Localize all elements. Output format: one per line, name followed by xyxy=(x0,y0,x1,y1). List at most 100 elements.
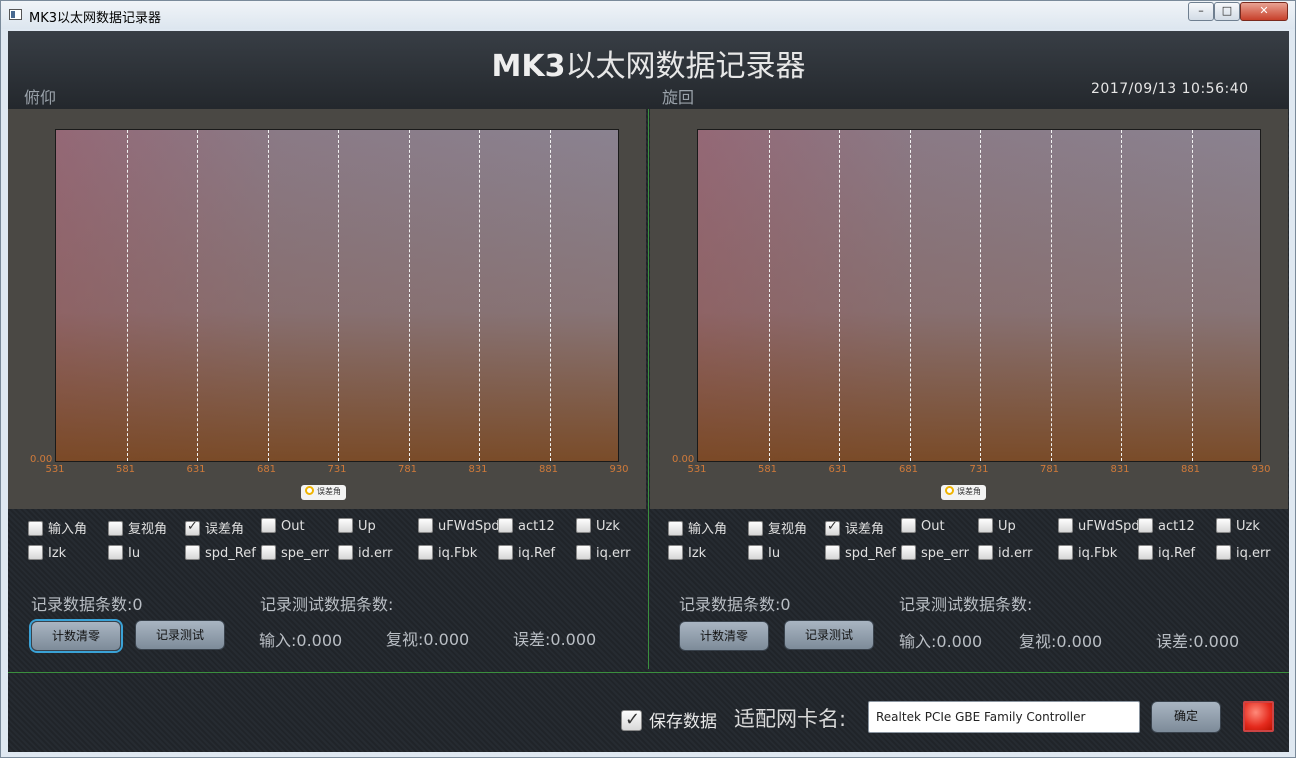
checkbox-box[interactable] xyxy=(748,545,763,560)
channel-checkbox[interactable]: Uzk xyxy=(576,518,620,536)
checkbox-box[interactable] xyxy=(498,545,513,560)
pitch-plot-area[interactable] xyxy=(55,129,619,462)
pitch-reset-count-button[interactable]: 计数清零 xyxy=(31,621,121,651)
checkbox-box[interactable] xyxy=(1058,545,1073,560)
channel-checkbox[interactable]: act12 xyxy=(1138,518,1195,536)
confirm-button[interactable]: 确定 xyxy=(1151,701,1221,733)
checkbox-box[interactable] xyxy=(901,518,916,533)
pitch-chart[interactable]: 0.00 误差角 531 581 631 681 731 781 831 881 930 xyxy=(8,109,646,509)
close-button[interactable]: ✕ xyxy=(1240,2,1288,21)
channel-checkbox[interactable]: uFWdSpd xyxy=(1058,518,1140,536)
checkbox-box[interactable] xyxy=(668,545,683,560)
yaw-legend[interactable]: 误差角 xyxy=(941,485,986,500)
channel-checkbox[interactable]: 输入角 xyxy=(668,518,728,537)
channel-checkbox[interactable]: id.err xyxy=(338,545,392,563)
channel-checkbox[interactable]: 复视角 xyxy=(108,518,167,537)
yaw-reset-count-button[interactable]: 计数清零 xyxy=(679,621,769,651)
gridline xyxy=(909,130,911,461)
checkbox-label: iq.Ref xyxy=(518,546,556,561)
checkbox-label: spe_err xyxy=(281,546,329,561)
checkbox-box[interactable] xyxy=(338,545,353,560)
checkbox-box[interactable] xyxy=(668,521,683,536)
checkbox-box[interactable] xyxy=(338,518,353,533)
maximize-button[interactable]: □ xyxy=(1214,2,1240,21)
channel-checkbox[interactable]: 误差角 xyxy=(185,518,244,537)
channel-checkbox[interactable]: 复视角 xyxy=(748,518,807,537)
checkbox-box[interactable] xyxy=(825,545,840,560)
pitch-record-test-button[interactable]: 记录测试 xyxy=(135,620,225,650)
checkbox-label: spe_err xyxy=(921,546,969,561)
checkbox-box[interactable] xyxy=(185,545,200,560)
channel-checkbox[interactable]: 误差角 xyxy=(825,518,884,537)
app-icon xyxy=(9,9,22,20)
yaw-record-test-button[interactable]: 记录测试 xyxy=(784,620,874,650)
save-data-checkbox-box[interactable] xyxy=(621,709,642,731)
channel-checkbox[interactable]: Uzk xyxy=(1216,518,1260,536)
checkbox-box[interactable] xyxy=(978,545,993,560)
channel-checkbox[interactable]: Up xyxy=(978,518,1016,536)
checkbox-box[interactable] xyxy=(1138,545,1153,560)
channel-checkbox[interactable]: Izk xyxy=(668,545,706,563)
channel-checkbox[interactable]: iq.err xyxy=(576,545,630,563)
yaw-error-value: 误差:0.000 xyxy=(1156,632,1240,651)
checkbox-box[interactable] xyxy=(576,518,591,533)
checkbox-box[interactable] xyxy=(185,519,200,536)
checkbox-box[interactable] xyxy=(418,518,433,533)
channel-checkbox[interactable]: Iu xyxy=(108,545,140,563)
channel-checkbox[interactable]: spd_Ref xyxy=(185,545,256,563)
checkbox-box[interactable] xyxy=(1216,518,1231,533)
channel-checkbox[interactable]: act12 xyxy=(498,518,555,536)
checkbox-label: iq.Ref xyxy=(1158,546,1196,561)
checkbox-label: id.err xyxy=(998,546,1033,561)
checkbox-box[interactable] xyxy=(901,545,916,560)
channel-checkbox[interactable]: spd_Ref xyxy=(825,545,896,563)
channel-checkbox[interactable]: iq.err xyxy=(1216,545,1270,563)
checkbox-box[interactable] xyxy=(108,521,123,536)
channel-checkbox[interactable]: 输入角 xyxy=(28,518,87,537)
checkbox-box[interactable] xyxy=(261,518,276,533)
pitch-input-value: 输入:0.000 xyxy=(259,631,343,650)
channel-checkbox[interactable]: id.err xyxy=(978,545,1032,563)
save-data-checkbox[interactable]: 保存数据 xyxy=(621,707,717,732)
channel-checkbox[interactable]: Out xyxy=(261,518,305,536)
pitch-legend[interactable]: 误差角 xyxy=(301,485,346,500)
checkbox-label: spd_Ref xyxy=(205,546,256,561)
checkbox-box[interactable] xyxy=(108,545,123,560)
checkbox-box[interactable] xyxy=(28,521,43,536)
yaw-plot-area[interactable] xyxy=(697,129,1261,462)
minimize-button[interactable]: – xyxy=(1188,2,1214,21)
yaw-chart[interactable]: 0.00 误差角 531 581 631 681 731 781 831 881 930 xyxy=(650,109,1288,509)
checkbox-box[interactable] xyxy=(261,545,276,560)
checkbox-label: Out xyxy=(281,519,305,534)
checkbox-box[interactable] xyxy=(498,518,513,533)
checkbox-box[interactable] xyxy=(1058,518,1073,533)
nic-name-input[interactable]: Realtek PCIe GBE Family Controller xyxy=(868,701,1140,733)
channel-checkbox[interactable]: Iu xyxy=(748,545,780,563)
x-tick-label: 881 xyxy=(1180,464,1201,475)
window-title: MK3以太网数据记录器 xyxy=(29,11,162,26)
channel-checkbox[interactable]: iq.Ref xyxy=(1138,545,1195,563)
checkbox-box[interactable] xyxy=(748,521,763,536)
legend-marker-icon xyxy=(305,486,314,495)
channel-checkbox[interactable]: spe_err xyxy=(901,545,969,563)
channel-checkbox[interactable]: iq.Fbk xyxy=(418,545,477,563)
checkbox-box[interactable] xyxy=(825,519,840,536)
checkbox-box[interactable] xyxy=(1138,518,1153,533)
channel-checkbox[interactable]: iq.Fbk xyxy=(1058,545,1117,563)
checkbox-box[interactable] xyxy=(418,545,433,560)
channel-checkbox[interactable]: Up xyxy=(338,518,376,536)
checkbox-box[interactable] xyxy=(28,545,43,560)
checkbox-box[interactable] xyxy=(576,545,591,560)
channel-checkbox[interactable]: Out xyxy=(901,518,945,536)
checkbox-label: id.err xyxy=(358,546,393,561)
channel-checkbox[interactable]: uFWdSpd xyxy=(418,518,500,536)
checkbox-box[interactable] xyxy=(978,518,993,533)
title-bar[interactable]: MK3以太网数据记录器 – □ ✕ xyxy=(1,1,1295,29)
checkbox-box[interactable] xyxy=(1216,545,1231,560)
channel-checkbox[interactable]: spe_err xyxy=(261,545,329,563)
checkbox-label: 输入角 xyxy=(688,522,728,537)
channel-checkbox[interactable]: Izk xyxy=(28,545,66,563)
pitch-error-value: 误差:0.000 xyxy=(513,630,597,649)
channel-checkbox[interactable]: iq.Ref xyxy=(498,545,555,563)
pitch-legend-label: 误差角 xyxy=(317,487,341,496)
